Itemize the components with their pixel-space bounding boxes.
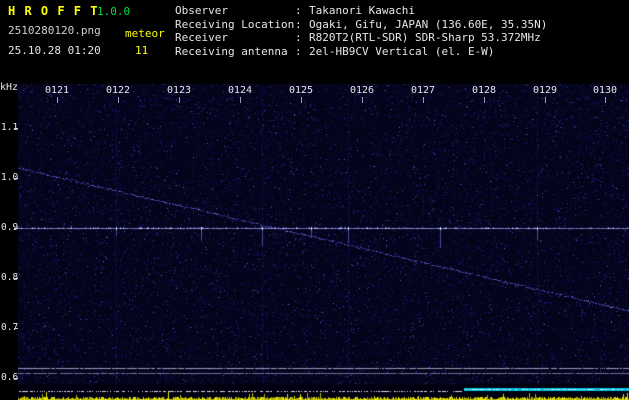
y-tick bbox=[14, 178, 18, 179]
x-tick-label: 0128 bbox=[471, 85, 497, 96]
info-row-location: Receiving Location Ogaki, Gifu, JAPAN (13… bbox=[175, 18, 547, 32]
mode-label: meteor bbox=[125, 27, 165, 40]
hrofft-window: H R O F F T 1.0.0 2510280120.png meteor … bbox=[0, 0, 629, 400]
info-colon bbox=[295, 31, 309, 45]
x-tick bbox=[484, 97, 485, 103]
info-row-receiver: Receiver R820T2(RTL-SDR) SDR-Sharp 53.372… bbox=[175, 31, 547, 45]
app-version: 1.0.0 bbox=[97, 5, 131, 18]
info-value: R820T2(RTL-SDR) SDR-Sharp 53.372MHz bbox=[309, 31, 541, 44]
spectrogram-canvas bbox=[18, 84, 629, 400]
x-tick-label: 0125 bbox=[288, 85, 314, 96]
observation-info: Observer Takanori Kawachi Receiving Locat… bbox=[175, 4, 547, 58]
y-tick bbox=[14, 328, 18, 329]
info-value: 2el-HB9CV Vertical (el. E-W) bbox=[309, 44, 495, 58]
echo-count: 11 bbox=[135, 44, 149, 57]
info-label: Receiving Location bbox=[175, 17, 295, 31]
x-tick bbox=[179, 97, 180, 103]
app-title: H R O F F T bbox=[8, 4, 99, 18]
info-label: Receiver bbox=[175, 31, 228, 44]
y-axis-unit: kHz bbox=[0, 82, 19, 93]
x-tick bbox=[362, 97, 363, 103]
y-tick bbox=[14, 278, 18, 279]
output-filename: 2510280120.png bbox=[8, 24, 101, 37]
x-tick bbox=[57, 97, 58, 103]
x-tick-label: 0127 bbox=[410, 85, 436, 96]
y-tick bbox=[14, 228, 18, 229]
x-tick-label: 0122 bbox=[105, 85, 131, 96]
x-tick-label: 0129 bbox=[532, 85, 558, 96]
x-tick bbox=[118, 97, 119, 103]
info-label: Receiving antenna bbox=[175, 44, 288, 58]
y-tick bbox=[14, 378, 18, 379]
x-tick bbox=[240, 97, 241, 103]
x-tick bbox=[301, 97, 302, 103]
x-tick bbox=[545, 97, 546, 103]
info-value: Ogaki, Gifu, JAPAN (136.60E, 35.35N) bbox=[309, 17, 548, 31]
x-tick bbox=[605, 97, 606, 103]
y-tick bbox=[14, 128, 18, 129]
x-tick-label: 0130 bbox=[592, 85, 618, 96]
timestamp: 25.10.28 01:20 bbox=[8, 44, 101, 57]
info-row-antenna: Receiving antenna 2el-HB9CV Vertical (el.… bbox=[175, 45, 547, 59]
info-colon bbox=[295, 18, 309, 32]
info-row-observer: Observer Takanori Kawachi bbox=[175, 4, 547, 18]
info-value: Takanori Kawachi bbox=[309, 4, 415, 17]
x-tick-label: 0123 bbox=[166, 85, 192, 96]
info-colon bbox=[295, 45, 309, 59]
info-colon bbox=[295, 4, 309, 18]
x-tick-label: 0124 bbox=[227, 85, 253, 96]
x-tick bbox=[423, 97, 424, 103]
x-tick-label: 0126 bbox=[349, 85, 375, 96]
info-label: Observer bbox=[175, 4, 228, 17]
x-tick-label: 0121 bbox=[44, 85, 70, 96]
